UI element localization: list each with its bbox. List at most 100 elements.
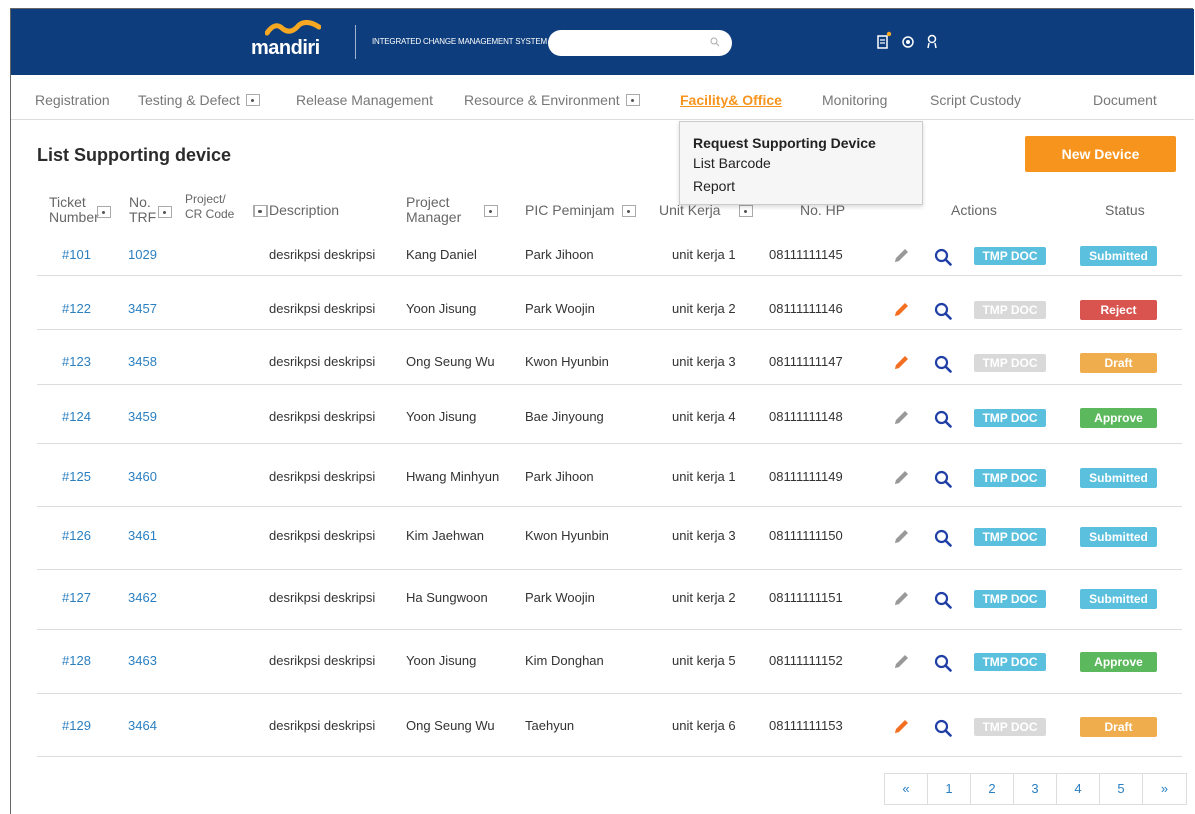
view-magnifier-icon[interactable]	[934, 302, 952, 320]
column-header-unit-kerja[interactable]: Unit Kerja	[659, 203, 720, 218]
mandiri-logo[interactable]: mandiri	[247, 19, 337, 67]
menu-item-label: Release Management	[296, 92, 433, 108]
column-header-no-trf[interactable]: No. TRF	[129, 195, 156, 225]
column-header-text: CR Code	[185, 207, 235, 221]
trf-number-link[interactable]: 3462	[128, 590, 157, 605]
ticket-number-link[interactable]: #125	[62, 469, 91, 484]
page-5[interactable]: 5	[1100, 774, 1143, 804]
view-magnifier-icon[interactable]	[934, 470, 952, 488]
edit-pencil-icon[interactable]	[892, 247, 910, 265]
column-header-ticket-number[interactable]: Ticket Number	[49, 195, 99, 225]
view-magnifier-icon[interactable]	[934, 529, 952, 547]
ticket-number-link[interactable]: #129	[62, 718, 91, 733]
unit-kerja-cell: unit kerja 3	[672, 528, 736, 543]
search-input[interactable]	[548, 30, 732, 56]
view-magnifier-icon[interactable]	[934, 355, 952, 373]
view-magnifier-icon[interactable]	[934, 719, 952, 737]
view-magnifier-icon[interactable]	[934, 591, 952, 609]
ticket-number-link[interactable]: #122	[62, 301, 91, 316]
logo-text: mandiri	[251, 37, 320, 59]
search-icon[interactable]	[710, 37, 720, 47]
unit-kerja-cell: unit kerja 6	[672, 718, 736, 733]
scanner-icon[interactable]	[876, 31, 892, 51]
edit-pencil-icon[interactable]	[892, 354, 910, 372]
column-header-description[interactable]: Description	[269, 203, 339, 218]
column-header-project-manager[interactable]: Project Manager	[406, 195, 461, 225]
menu-item-monitoring[interactable]: Monitoring	[822, 92, 887, 108]
status-badge: Submitted	[1080, 527, 1157, 547]
header-icons	[876, 31, 938, 51]
trf-number-link[interactable]: 3463	[128, 653, 157, 668]
settings-icon[interactable]	[900, 31, 914, 51]
sort-icon[interactable]	[484, 205, 498, 217]
status-badge: Submitted	[1080, 246, 1157, 266]
menu-item-release-management[interactable]: Release Management	[296, 92, 433, 108]
dropdown-caret-icon[interactable]	[245, 94, 260, 106]
edit-pencil-icon[interactable]	[892, 301, 910, 319]
trf-number-link[interactable]: 3464	[128, 718, 157, 733]
trf-number-link[interactable]: 1029	[128, 247, 157, 262]
description-cell: desrikpsi deskripsi	[269, 528, 376, 543]
sort-icon[interactable]	[622, 205, 636, 217]
page-2[interactable]: 2	[971, 774, 1014, 804]
dropdown-item-request-supporting-device[interactable]: Request Supporting Device	[693, 135, 922, 152]
tmp-doc-button[interactable]: TMP DOC	[974, 590, 1046, 608]
tmp-doc-button[interactable]: TMP DOC	[974, 528, 1046, 546]
tmp-doc-button[interactable]: TMP DOC	[974, 469, 1046, 487]
column-header-project-cr-code[interactable]: Project/CR Code	[185, 192, 234, 222]
dropdown-item-list-barcode[interactable]: List Barcode	[693, 152, 922, 175]
page-next-button[interactable]: »	[1143, 774, 1186, 804]
view-magnifier-icon[interactable]	[934, 248, 952, 266]
phone-cell: 08111111148	[769, 409, 843, 424]
menu-item-script-custody[interactable]: Script Custody	[930, 92, 1021, 108]
page-prev-button[interactable]: «	[885, 774, 928, 804]
pic-peminjam-cell: Taehyun	[525, 718, 575, 733]
menu-item-facility-office[interactable]: Facility& Office	[680, 92, 782, 108]
view-magnifier-icon[interactable]	[934, 410, 952, 428]
menu-item-document[interactable]: Document	[1093, 92, 1157, 108]
phone-cell: 08111111150	[769, 528, 843, 543]
page-1[interactable]: 1	[928, 774, 971, 804]
edit-pencil-icon[interactable]	[892, 528, 910, 546]
tmp-doc-button[interactable]: TMP DOC	[974, 653, 1046, 671]
column-header-pic-peminjam[interactable]: PIC Peminjam	[525, 203, 614, 218]
trf-number-link[interactable]: 3459	[128, 409, 157, 424]
ticket-number-link[interactable]: #124	[62, 409, 91, 424]
edit-pencil-icon[interactable]	[892, 653, 910, 671]
menu-item-resource-environment[interactable]: Resource & Environment	[464, 92, 640, 108]
ticket-number-link[interactable]: #126	[62, 528, 91, 543]
pic-peminjam-cell: Kwon Hyunbin	[525, 528, 609, 543]
edit-pencil-icon[interactable]	[892, 469, 910, 487]
trf-number-link[interactable]: 3457	[128, 301, 157, 316]
row-divider	[37, 443, 1182, 444]
status-badge: Reject	[1080, 300, 1157, 320]
sort-icon[interactable]	[158, 206, 172, 218]
project-manager-cell: Yoon Jisung	[406, 301, 477, 316]
user-icon[interactable]	[924, 31, 938, 51]
trf-number-link[interactable]: 3458	[128, 354, 157, 369]
ticket-number-link[interactable]: #127	[62, 590, 91, 605]
new-device-button[interactable]: New Device	[1025, 136, 1176, 172]
ticket-number-link[interactable]: #101	[62, 247, 91, 262]
trf-number-link[interactable]: 3461	[128, 528, 157, 543]
edit-pencil-icon[interactable]	[892, 590, 910, 608]
ticket-number-link[interactable]: #123	[62, 354, 91, 369]
edit-pencil-icon[interactable]	[892, 409, 910, 427]
sort-icon[interactable]	[253, 205, 267, 217]
ticket-number-link[interactable]: #128	[62, 653, 91, 668]
edit-pencil-icon[interactable]	[892, 718, 910, 736]
page-3[interactable]: 3	[1014, 774, 1057, 804]
trf-number-link[interactable]: 3460	[128, 469, 157, 484]
tmp-doc-button[interactable]: TMP DOC	[974, 409, 1046, 427]
dropdown-caret-icon[interactable]	[625, 94, 640, 106]
dropdown-item-report[interactable]: Report	[693, 175, 922, 198]
description-cell: desrikpsi deskripsi	[269, 354, 376, 369]
sort-icon[interactable]	[97, 206, 111, 218]
tmp-doc-button[interactable]: TMP DOC	[974, 247, 1046, 265]
view-magnifier-icon[interactable]	[934, 654, 952, 672]
description-cell: desrikpsi deskripsi	[269, 247, 376, 262]
menu-item-registration[interactable]: Registration	[35, 92, 110, 108]
sort-icon[interactable]	[739, 205, 753, 217]
page-4[interactable]: 4	[1057, 774, 1100, 804]
menu-item-testing-defect[interactable]: Testing & Defect	[138, 92, 260, 108]
